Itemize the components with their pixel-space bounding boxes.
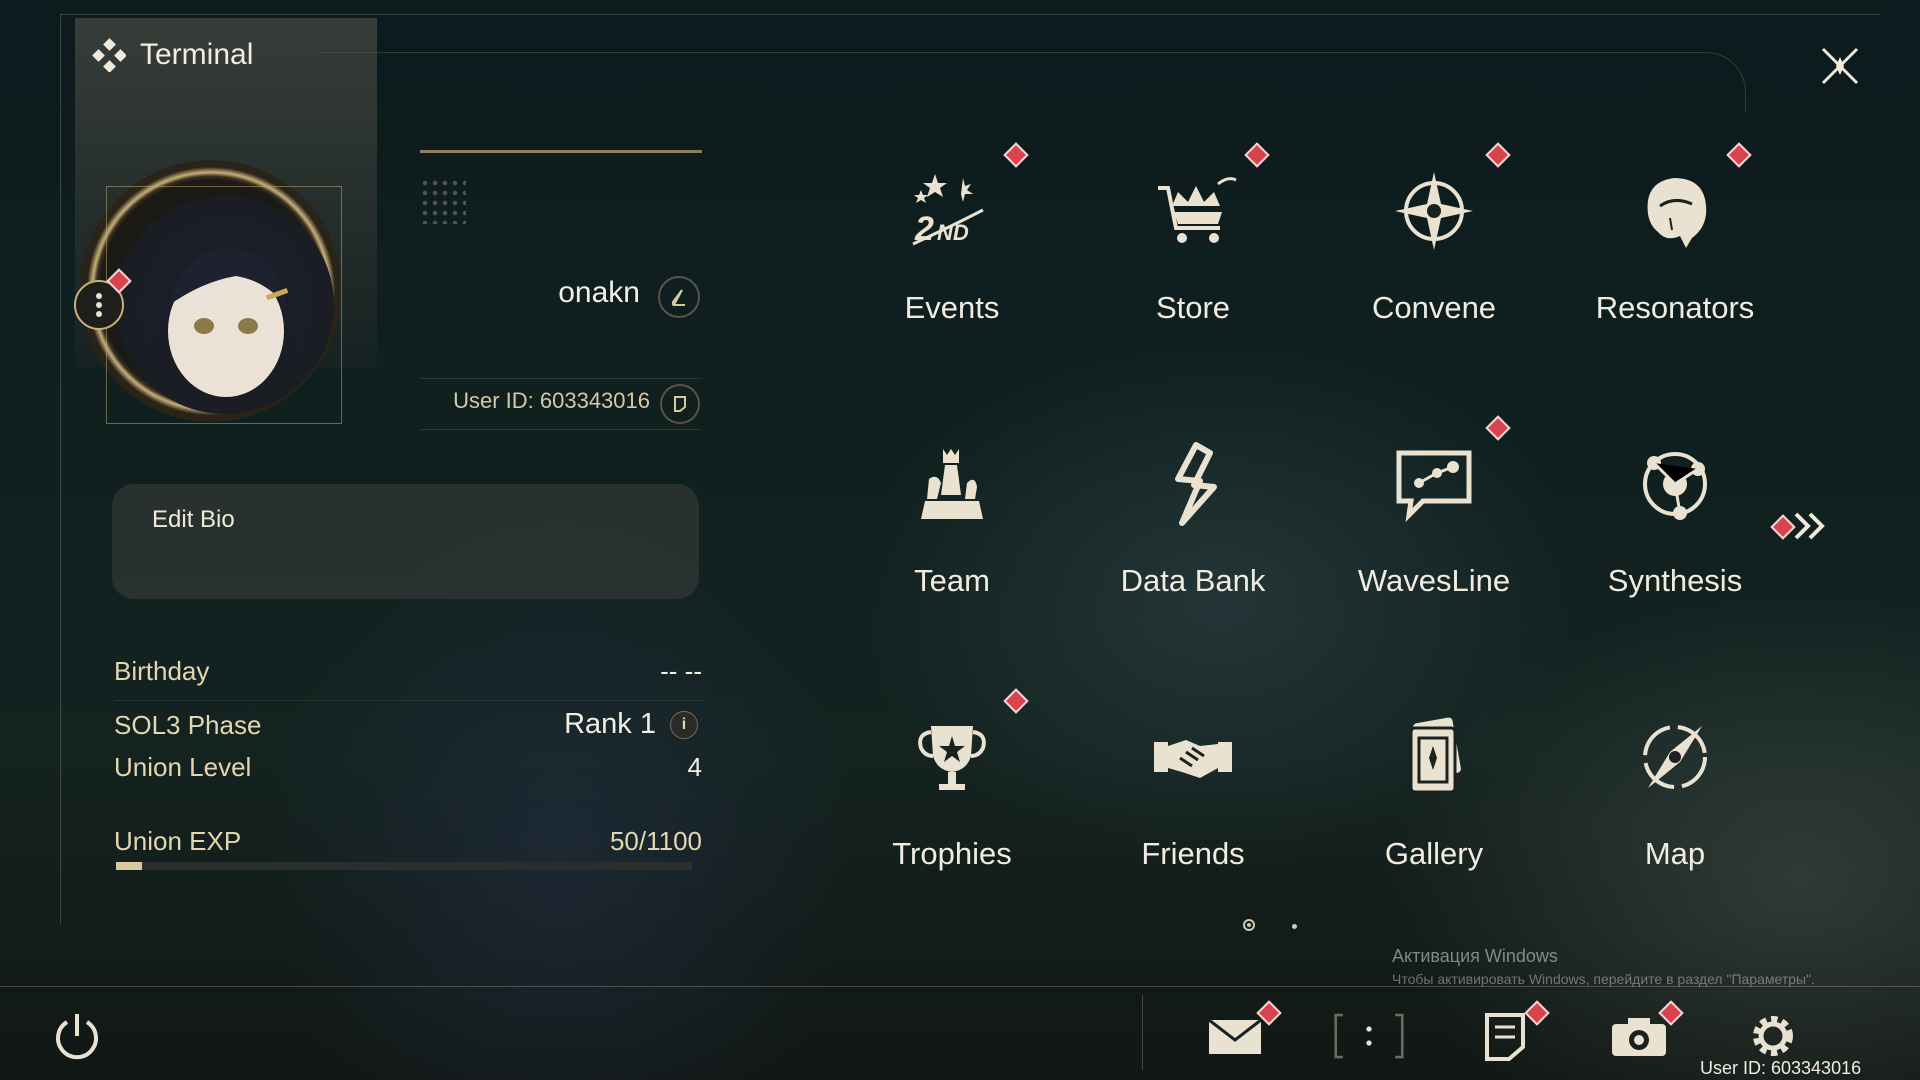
bio-box[interactable]: [112, 484, 699, 599]
stat-value-birthday: -- --: [660, 656, 702, 686]
menu-label-wavesline: WavesLine: [1357, 563, 1511, 598]
info-icon[interactable]: i: [670, 711, 698, 739]
bottom-user-id: User ID: 603343016: [1700, 1058, 1862, 1078]
power-icon: [56, 1014, 98, 1060]
stat-label-birthday: Birthday: [114, 656, 210, 686]
menu-item-gallery[interactable]: Gallery: [1334, 686, 1534, 886]
close-button[interactable]: [1810, 36, 1870, 96]
menu-item-wavesline[interactable]: WavesLine: [1334, 413, 1534, 613]
stat-value-sol3-phase: Rank 1: [564, 708, 656, 740]
stat-value-union-level: 4: [687, 752, 702, 782]
diamond-cluster-icon: [92, 38, 126, 72]
menu-label-convene: Convene: [1371, 290, 1497, 325]
edit-name-button[interactable]: [658, 276, 700, 318]
more-vertical-icon: [96, 293, 102, 317]
menu-item-synthesis[interactable]: Synthesis: [1575, 413, 1775, 613]
character-head-icon: [1647, 178, 1707, 248]
mail-icon: [1208, 1018, 1262, 1054]
name-divider: [420, 150, 702, 153]
bracket-colon-icon: [1334, 1013, 1404, 1059]
menu-item-team[interactable]: Team: [852, 413, 1052, 613]
settings-icon: [1753, 1016, 1793, 1056]
notification-badge: [1244, 142, 1270, 168]
edit-bio-label: Edit Bio: [152, 506, 235, 533]
events-2nd-icon: 2 ND: [912, 174, 984, 248]
menu-item-convene[interactable]: Convene: [1334, 140, 1534, 340]
next-page-button[interactable]: [1790, 506, 1830, 551]
menu-item-store[interactable]: Store: [1093, 140, 1293, 340]
frame-left-line: [60, 14, 61, 924]
cart-crown-icon: [1158, 177, 1237, 243]
page-title: Terminal: [140, 38, 254, 71]
menu-label-events: Events: [904, 290, 1000, 325]
exp-bar-fill: [116, 862, 142, 870]
menu-item-resonators[interactable]: Resonators: [1575, 140, 1775, 340]
card-icon: [1409, 717, 1461, 794]
camera-icon: [1612, 1018, 1666, 1056]
notes-icon: [1485, 1013, 1525, 1061]
page-indicator-2[interactable]: [1292, 924, 1297, 929]
terminal-title: Terminal: [92, 38, 253, 72]
menu-item-trophies[interactable]: Trophies: [852, 686, 1052, 886]
stat-divider: [114, 700, 702, 701]
chat-graph-icon: [1396, 450, 1472, 523]
map-compass-icon: [1643, 725, 1707, 789]
stat-label-sol3-phase: SOL3 Phase: [114, 710, 262, 740]
double-chevron-right-icon: [1794, 512, 1825, 540]
menu-item-map[interactable]: Map: [1575, 686, 1775, 886]
notification-badge: [1485, 142, 1511, 168]
menu-label-friends: Friends: [1141, 836, 1245, 871]
user-id: User ID: 603343016: [453, 388, 650, 413]
windows-activation-text: Чтобы активировать Windows, перейдите в …: [1392, 971, 1815, 987]
trophy-icon: [918, 726, 986, 790]
avatar-portrait: [136, 214, 316, 397]
decor-dot-grid: [420, 178, 466, 224]
notification-badge: [1003, 688, 1029, 714]
menu-label-store: Store: [1155, 290, 1231, 325]
synthesis-orbit-icon: [1643, 452, 1707, 520]
menu-label-resonators: Resonators: [1595, 290, 1755, 325]
chess-pieces-icon: [921, 449, 983, 519]
avatar[interactable]: [116, 196, 334, 414]
username: onakn: [558, 276, 640, 309]
handshake-icon: [1154, 740, 1232, 778]
menu-item-events[interactable]: 2 ND Events: [852, 140, 1052, 340]
windows-activation-title: Активация Windows: [1392, 946, 1558, 966]
copy-icon: [674, 396, 686, 412]
notification-badge: [1726, 142, 1752, 168]
menu-label-synthesis: Synthesis: [1607, 563, 1743, 598]
stat-label-union-exp: Union EXP: [114, 826, 242, 856]
frame-top-line: [60, 14, 1880, 15]
close-icon: [1821, 47, 1859, 85]
frame-inner-line: [320, 52, 1746, 113]
bottom-bar-separator: [1142, 995, 1143, 1070]
bottom-bar-line: [0, 986, 1920, 987]
stat-value-union-exp: 50/1100: [609, 826, 702, 856]
menu-label-gallery: Gallery: [1384, 836, 1484, 871]
chat-button[interactable]: [1334, 1004, 1404, 1068]
menu-item-friends[interactable]: Friends: [1093, 686, 1293, 886]
menu-label-data-bank: Data Bank: [1120, 563, 1266, 598]
power-button[interactable]: [42, 1004, 112, 1068]
menu-label-team: Team: [914, 563, 990, 598]
pencil-icon: [672, 289, 685, 306]
notification-badge: [1485, 415, 1511, 441]
menu-label-map: Map: [1644, 836, 1706, 871]
data-bank-icon: [1175, 442, 1217, 526]
page-indicator-1[interactable]: [1243, 919, 1255, 931]
copy-id-button[interactable]: [660, 384, 700, 424]
notification-badge: [1003, 142, 1029, 168]
stat-label-union-level: Union Level: [114, 752, 252, 782]
menu-item-data-bank[interactable]: Data Bank: [1093, 413, 1293, 613]
menu-label-trophies: Trophies: [892, 836, 1012, 871]
exp-bar-track: [116, 862, 692, 870]
compass-star-icon: [1395, 172, 1473, 250]
